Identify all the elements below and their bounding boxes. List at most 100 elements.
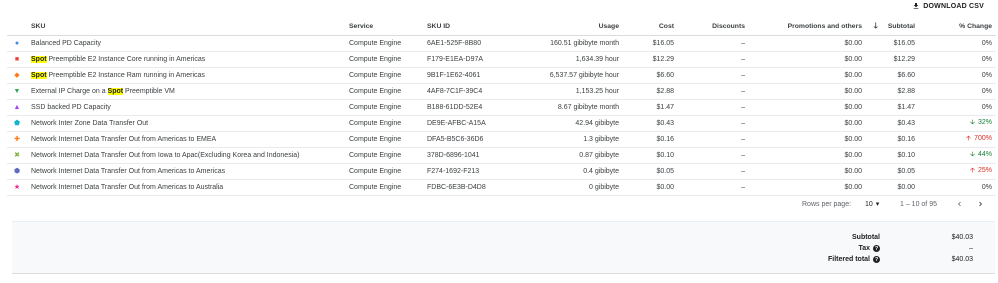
- discounts-cell: –: [678, 35, 749, 52]
- subtotal-cell: $1.47: [866, 99, 919, 116]
- download-csv-button[interactable]: DOWNLOAD CSV: [912, 1, 984, 11]
- usage-cell: 0.4 gibibyte: [519, 163, 623, 180]
- table-row[interactable]: ● Balanced PD Capacity Compute Engine 6AE1-…: [7, 35, 996, 52]
- service-cell: Compute Engine: [345, 67, 423, 84]
- change-indicator: 700%: [965, 134, 992, 142]
- column-header-sku-id[interactable]: SKU ID: [423, 19, 519, 36]
- change-cell: 0%: [919, 179, 996, 196]
- sku-cell: Spot Preemptible E2 Instance Core runnin…: [27, 51, 345, 68]
- sku-id-cell: DFA5-B5C6-36D6: [423, 131, 519, 148]
- rows-per-page-select[interactable]: 10 ▾: [865, 200, 879, 209]
- change-indicator: 0%: [982, 40, 992, 47]
- change-cell: 0%: [919, 35, 996, 52]
- column-header-usage[interactable]: Usage: [519, 19, 623, 36]
- sku-cell: SSD backed PD Capacity: [27, 99, 345, 116]
- marker-glyph: ★: [13, 184, 21, 191]
- table-header-row: SKU Service SKU ID Usage Cost Discounts …: [7, 19, 996, 36]
- discounts-cell: –: [678, 147, 749, 164]
- marker-glyph: ⬢: [13, 168, 21, 175]
- table-row[interactable]: ★ Network Internet Data Transfer Out from…: [7, 179, 996, 196]
- next-page-button[interactable]: [974, 197, 986, 211]
- download-icon: [913, 3, 919, 9]
- marker-glyph: ●: [14, 39, 20, 47]
- service-cell: Compute Engine: [345, 83, 423, 100]
- toolbar: DOWNLOAD CSV: [0, 0, 998, 14]
- column-header-cost[interactable]: Cost: [623, 19, 678, 36]
- sku-id-cell: 6AE1-525F-8B80: [423, 35, 519, 52]
- change-indicator: 32%: [969, 118, 992, 126]
- search-highlight: Spot: [31, 71, 47, 79]
- column-header-promotions[interactable]: Promotions and others: [749, 19, 866, 36]
- sku-id-cell: 9B1F-1E62-4061: [423, 67, 519, 84]
- table-row[interactable]: ⬟ Network Inter Zone Data Transfer Out Com…: [7, 115, 996, 132]
- series-marker-icon: ✚: [7, 131, 27, 148]
- sku-cell: Network Internet Data Transfer Out from …: [27, 147, 345, 164]
- search-highlight: Spot: [31, 55, 47, 63]
- subtotal-cell: $12.29: [866, 51, 919, 68]
- change-cell: 0%: [919, 51, 996, 68]
- sku-cost-table: SKU Service SKU ID Usage Cost Discounts …: [7, 19, 996, 196]
- column-header-sku[interactable]: SKU: [27, 19, 345, 36]
- cost-cell: $0.05: [623, 163, 678, 180]
- subtotal-cell: $0.05: [866, 163, 919, 180]
- table-row[interactable]: ✖ Network Internet Data Transfer Out from…: [7, 147, 996, 164]
- table-row[interactable]: ■ Spot Preemptible E2 Instance Core runni…: [7, 51, 996, 68]
- column-header-service[interactable]: Service: [345, 19, 423, 36]
- cost-cell: $0.43: [623, 115, 678, 132]
- series-marker-icon: ▲: [7, 99, 27, 116]
- service-cell: Compute Engine: [345, 147, 423, 164]
- search-highlight: Spot: [107, 87, 124, 95]
- promotions-cell: $0.00: [749, 99, 866, 116]
- sku-id-cell: F274-1692-F213: [423, 163, 519, 180]
- promotions-cell: $0.00: [749, 163, 866, 180]
- sku-cell: Network Internet Data Transfer Out from …: [27, 131, 345, 148]
- tax-label-text: Tax: [858, 245, 870, 252]
- change-indicator: 0%: [982, 88, 992, 95]
- change-value: 0%: [981, 87, 992, 95]
- promotions-cell: $0.00: [749, 179, 866, 196]
- subtotal-cell: $0.16: [866, 131, 919, 148]
- sku-id-cell: FDBC-6E3B-D4D8: [423, 179, 519, 196]
- sku-text-pre: SSD backed PD Capacity: [31, 103, 111, 111]
- change-indicator: 0%: [982, 104, 992, 111]
- table-row[interactable]: ▲ SSD backed PD Capacity Compute Engine B18…: [7, 99, 996, 116]
- change-value: 0%: [981, 39, 992, 47]
- column-header-discounts[interactable]: Discounts: [678, 19, 749, 36]
- table-row[interactable]: ✚ Network Internet Data Transfer Out from…: [7, 131, 996, 148]
- change-indicator: 0%: [982, 72, 992, 79]
- tax-label: Tax?: [858, 245, 880, 252]
- service-cell: Compute Engine: [345, 115, 423, 132]
- arrow-down-icon: [969, 118, 976, 126]
- column-header-subtotal[interactable]: 🡓 Subtotal: [866, 19, 919, 36]
- cost-cell: $0.10: [623, 147, 678, 164]
- help-icon[interactable]: ?: [873, 245, 880, 252]
- previous-page-button[interactable]: [953, 197, 965, 211]
- column-header-change[interactable]: % Change: [919, 19, 996, 36]
- table-row[interactable]: ▼ External IP Charge on a Spot Preemptibl…: [7, 83, 996, 100]
- filtered-total-row: Filtered total? $40.03: [12, 256, 995, 266]
- marker-glyph: ✚: [14, 136, 20, 143]
- discounts-cell: –: [678, 131, 749, 148]
- sku-text-pre: Network Internet Data Transfer Out from …: [31, 183, 224, 191]
- usage-cell: 160.51 gibibyte month: [519, 35, 623, 52]
- cost-cell: $1.47: [623, 99, 678, 116]
- change-cell: 44%: [919, 147, 996, 164]
- sku-text-post: Preemptible E2 Instance Core running in …: [46, 55, 206, 63]
- discounts-cell: –: [678, 115, 749, 132]
- usage-cell: 0 gibibyte: [519, 179, 623, 196]
- arrow-up-icon: [969, 166, 976, 174]
- sku-id-cell: F179-E1EA-D97A: [423, 51, 519, 68]
- series-marker-icon: ★: [7, 179, 27, 196]
- sku-cell: Network Inter Zone Data Transfer Out: [27, 115, 345, 132]
- subtotal-cell: $2.88: [866, 83, 919, 100]
- subtotal-row: Subtotal $40.03: [12, 234, 995, 244]
- table-row[interactable]: ⬢ Network Internet Data Transfer Out from…: [7, 163, 996, 180]
- service-cell: Compute Engine: [345, 35, 423, 52]
- promotions-cell: $0.00: [749, 131, 866, 148]
- discounts-cell: –: [678, 99, 749, 116]
- cost-cell: $12.29: [623, 51, 678, 68]
- table-row[interactable]: ◆ Spot Preemptible E2 Instance Ram runnin…: [7, 67, 996, 84]
- arrow-up-icon: [965, 134, 972, 142]
- help-icon[interactable]: ?: [873, 256, 880, 263]
- change-value: 44%: [977, 150, 992, 158]
